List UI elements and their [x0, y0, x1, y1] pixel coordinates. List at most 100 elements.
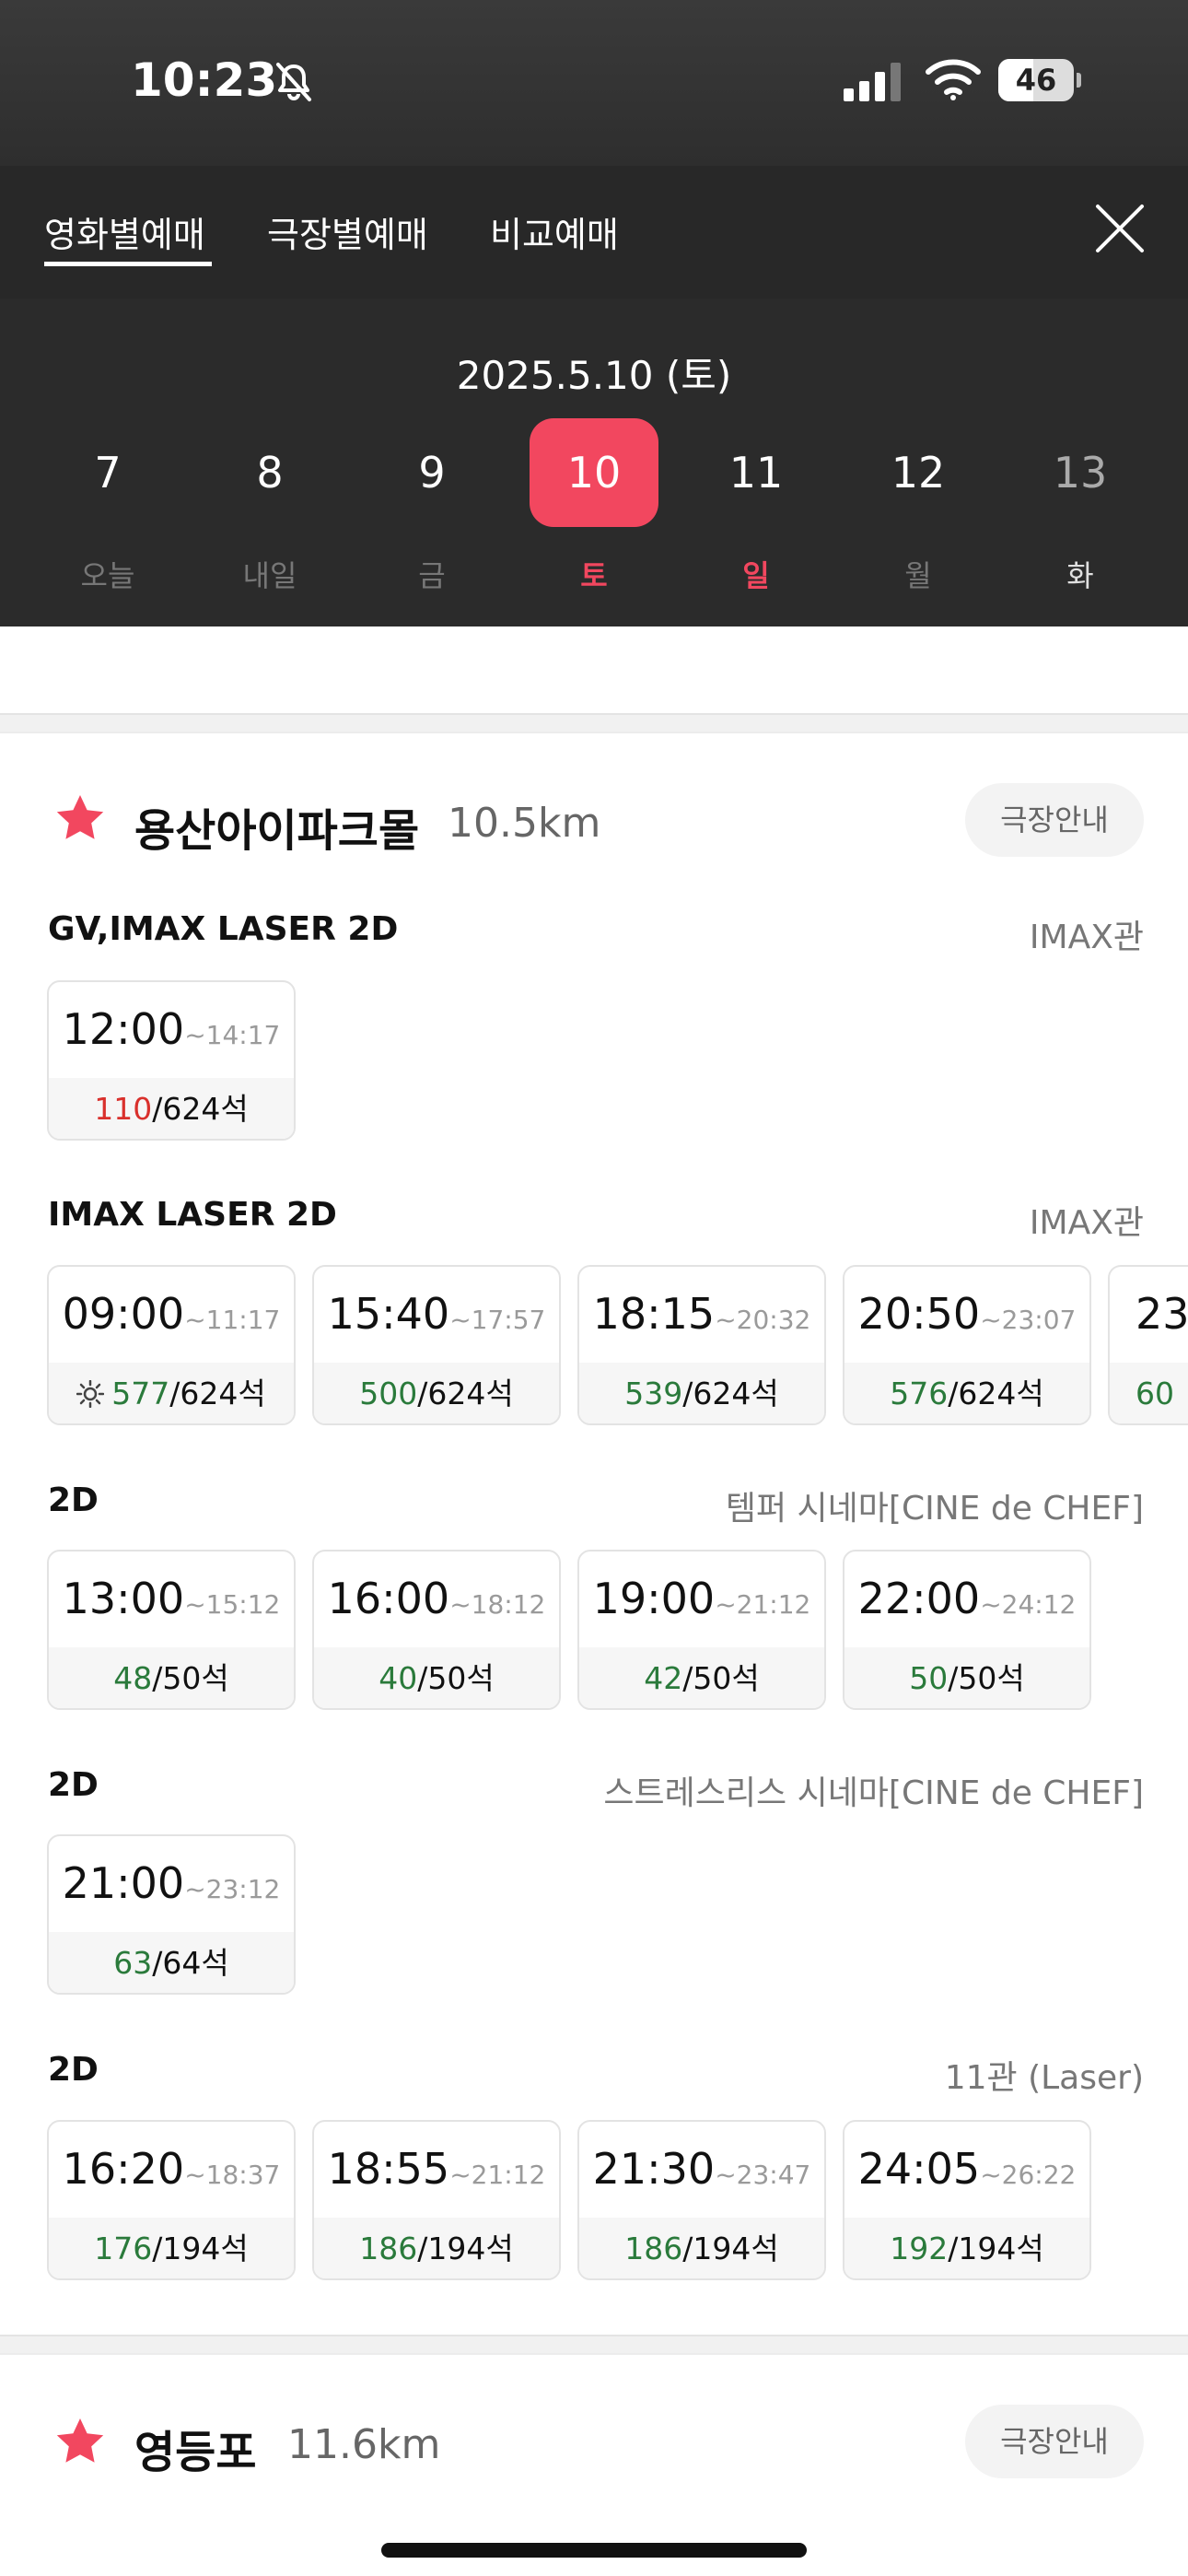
seats-total: /624석	[152, 1091, 249, 1127]
showtime-end: ~26:22	[980, 2160, 1077, 2190]
showtime-start: 24:05	[857, 2144, 981, 2194]
date-item[interactable]: 9 금	[367, 418, 496, 603]
theater-distance: 11.6km	[287, 2421, 441, 2468]
date-item[interactable]: 13 화	[1016, 418, 1145, 603]
showtime-start: 15:40	[327, 1289, 450, 1339]
date-weekday: 일	[742, 558, 770, 593]
date-weekday: 오늘	[80, 558, 135, 593]
showtime-slot[interactable]: 16:20~18:37 176/194석	[47, 2120, 296, 2280]
showtime-slot[interactable]: 15:40~17:57 500/624석	[312, 1265, 561, 1425]
section-divider	[0, 2335, 1188, 2355]
favorite-star-icon[interactable]	[53, 2416, 107, 2469]
showtime-start: 20:50	[857, 1289, 981, 1339]
showtime-end: ~23:47	[715, 2160, 811, 2190]
seats-total: /194석	[948, 2231, 1044, 2266]
seats-total: /624석	[948, 1376, 1044, 1411]
showtime-start: 21:30	[592, 2144, 716, 2194]
tab-movie-booking[interactable]: 영화별예매	[44, 206, 205, 257]
showtime-slot[interactable]: 21:00~23:12 63/64석	[47, 1834, 296, 1995]
hall-name: IMAX관	[1029, 919, 1144, 956]
seats-available: 186	[359, 2231, 418, 2266]
seats-available: 186	[624, 2231, 683, 2266]
showtime-slot[interactable]: 09:00~11:17 577/624석	[47, 1265, 296, 1425]
date-item-selected[interactable]: 10 토	[530, 418, 658, 603]
showtime-slot[interactable]: 18:15~20:32 539/624석	[577, 1265, 826, 1425]
date-item[interactable]: 8 내일	[205, 418, 334, 603]
tab-compare-booking[interactable]: 비교예매	[490, 206, 619, 257]
showtime-start: 13:00	[62, 1574, 185, 1623]
showtime-slot[interactable]: 12:00~14:17 110/624석	[47, 980, 296, 1141]
favorite-star-icon[interactable]	[53, 792, 107, 846]
theater-distance: 10.5km	[448, 800, 601, 847]
showtime-slot[interactable]: 22:00~24:12 50/50석	[843, 1550, 1091, 1710]
seats-available: 50	[909, 1660, 949, 1696]
showtime-slot[interactable]: 13:00~15:12 48/50석	[47, 1550, 296, 1710]
date-item[interactable]: 12 월	[854, 418, 983, 603]
showtime-start: 22:00	[857, 1574, 981, 1623]
hall-name: 11관 (Laser)	[944, 2059, 1144, 2097]
showtime-slot[interactable]: 24:05~26:22 192/194석	[843, 2120, 1091, 2280]
showtime-end: ~18:37	[184, 2160, 281, 2190]
date-weekday: 금	[418, 558, 446, 593]
hall-format: IMAX LASER 2D	[48, 1196, 337, 1234]
seats-total: /624석	[682, 1376, 779, 1411]
seats-total: /194석	[152, 2231, 249, 2266]
date-number: 8	[256, 448, 284, 498]
date-selector: 2025.5.10 (토) 7 오늘 8 내일 9 금 10 토 11 일 12…	[0, 299, 1188, 626]
showtime-end: ~20:32	[715, 1305, 811, 1335]
showtime-start: 23:	[1136, 1289, 1188, 1339]
hall-format: 2D	[48, 1766, 99, 1804]
battery-icon: 46	[998, 59, 1081, 101]
seats-total: /50석	[417, 1660, 495, 1696]
seats-total: /194석	[682, 2231, 779, 2266]
theater-info-button[interactable]: 극장안내	[965, 2405, 1144, 2478]
hall-name: IMAX관	[1029, 1204, 1144, 1242]
hall-name: 스트레스리스 시네마[CINE de CHEF]	[603, 1774, 1144, 1812]
hall-format: GV,IMAX LASER 2D	[48, 910, 399, 948]
showtime-end: ~23:07	[980, 1305, 1077, 1335]
theater-name: 영등포	[134, 2427, 257, 2478]
date-weekday: 화	[1066, 558, 1094, 593]
showtime-end: ~21:12	[449, 2160, 546, 2190]
home-indicator	[381, 2543, 807, 2558]
seats-total: /50석	[948, 1660, 1025, 1696]
showtime-slot[interactable]: 19:00~21:12 42/50석	[577, 1550, 826, 1710]
showtime-slot[interactable]: 16:00~18:12 40/50석	[312, 1550, 561, 1710]
showtime-start: 18:55	[327, 2144, 450, 2194]
seats-available: 576	[890, 1376, 949, 1411]
hall-format: 2D	[48, 2051, 99, 2089]
theater-name: 용산아이파크몰	[134, 805, 420, 857]
seats-available: 539	[624, 1376, 683, 1411]
seats-total: /624석	[417, 1376, 514, 1411]
theater-info-button[interactable]: 극장안내	[965, 783, 1144, 857]
showtime-start: 16:20	[62, 2144, 185, 2194]
theater-header: 영등포 11.6km 극장안내	[0, 2397, 1188, 2489]
silent-bell-icon	[276, 63, 311, 101]
date-item[interactable]: 7 오늘	[43, 418, 172, 603]
showtime-slot[interactable]: 18:55~21:12 186/194석	[312, 2120, 561, 2280]
showtime-end: ~18:12	[449, 1589, 546, 1620]
showtime-start: 19:00	[592, 1574, 716, 1623]
date-number: 13	[1053, 448, 1108, 498]
date-number: 10	[530, 418, 658, 527]
showtime-start: 21:00	[62, 1858, 185, 1908]
seats-available: 40	[379, 1660, 418, 1696]
showtime-end: ~15:12	[184, 1589, 281, 1620]
date-number: 9	[418, 448, 446, 498]
seats-total: /64석	[152, 1945, 229, 1981]
date-number: 7	[94, 448, 122, 498]
showtime-start: 12:00	[62, 1004, 185, 1054]
selected-date-title: 2025.5.10 (토)	[456, 353, 732, 398]
section-divider	[0, 713, 1188, 733]
showtime-slot[interactable]: 20:50~23:07 576/624석	[843, 1265, 1091, 1425]
close-icon[interactable]	[1092, 201, 1147, 256]
seats-total: /194석	[417, 2231, 514, 2266]
showtime-end: ~17:57	[449, 1305, 546, 1335]
seats-available: 577	[111, 1376, 170, 1411]
tab-theater-booking[interactable]: 극장별예매	[267, 206, 428, 257]
showtime-end: ~24:12	[980, 1589, 1077, 1620]
date-item[interactable]: 11 일	[692, 418, 821, 603]
showtime-slot[interactable]: 21:30~23:47 186/194석	[577, 2120, 826, 2280]
booking-tabs: 영화별예매 극장별예매 비교예매	[0, 166, 1188, 299]
showtime-slot-partial[interactable]: 23: 60	[1108, 1265, 1188, 1425]
